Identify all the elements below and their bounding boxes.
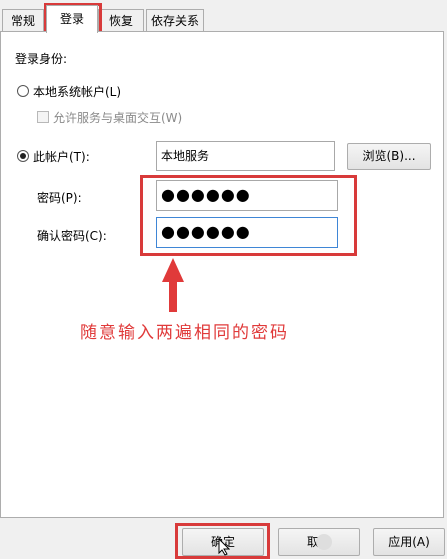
local-system-label: 本地系统帐户(L) (33, 85, 122, 99)
confirm-password-value: ●●●●●● (161, 222, 251, 241)
instruction-note: 随意输入两遍相同的密码 (80, 323, 289, 343)
tab-logon-label: 登录 (59, 12, 84, 26)
radio-selected-dot (20, 153, 26, 159)
logon-panel: 登录身份: 本地系统帐户(L) 允许服务与桌面交互(W) 此帐户(T): 本地服… (0, 31, 444, 518)
password-input[interactable]: ●●●●●● (156, 180, 338, 211)
tab-recovery[interactable]: 恢复 (98, 9, 144, 31)
dialog-footer: 确定 取 应用(A) (0, 518, 447, 559)
logon-section-label: 登录身份: (15, 52, 68, 66)
browse-button[interactable]: 浏览(B)... (347, 143, 431, 170)
tab-general-label: 常规 (10, 14, 35, 28)
browse-button-label: 浏览(B)... (362, 149, 416, 163)
tab-general[interactable]: 常规 (2, 9, 44, 31)
tab-recovery-label: 恢复 (108, 14, 133, 28)
overlay-circle-icon (316, 534, 332, 550)
tab-dependencies-label: 依存关系 (150, 14, 199, 28)
tab-strip: 常规 登录 恢复 依存关系 (0, 0, 447, 37)
local-system-radio[interactable] (17, 85, 29, 97)
account-name-value: 本地服务 (161, 149, 210, 163)
password-value: ●●●●●● (161, 185, 251, 204)
this-account-radio[interactable] (17, 150, 29, 162)
allow-desktop-checkbox[interactable] (37, 111, 49, 123)
password-label: 密码(P): (37, 191, 82, 205)
apply-button-label: 应用(A) (388, 535, 430, 549)
tab-dependencies[interactable]: 依存关系 (146, 9, 204, 31)
apply-button[interactable]: 应用(A) (373, 528, 445, 556)
mouse-cursor-icon (218, 538, 230, 556)
this-account-label: 此帐户(T): (33, 150, 90, 164)
account-name-input[interactable]: 本地服务 (156, 141, 335, 171)
allow-desktop-label: 允许服务与桌面交互(W) (53, 111, 183, 125)
arrow-up-icon (162, 258, 184, 312)
confirm-password-label: 确认密码(C): (37, 229, 107, 243)
confirm-password-input[interactable]: ●●●●●● (156, 217, 338, 248)
tab-logon[interactable]: 登录 (46, 5, 98, 33)
